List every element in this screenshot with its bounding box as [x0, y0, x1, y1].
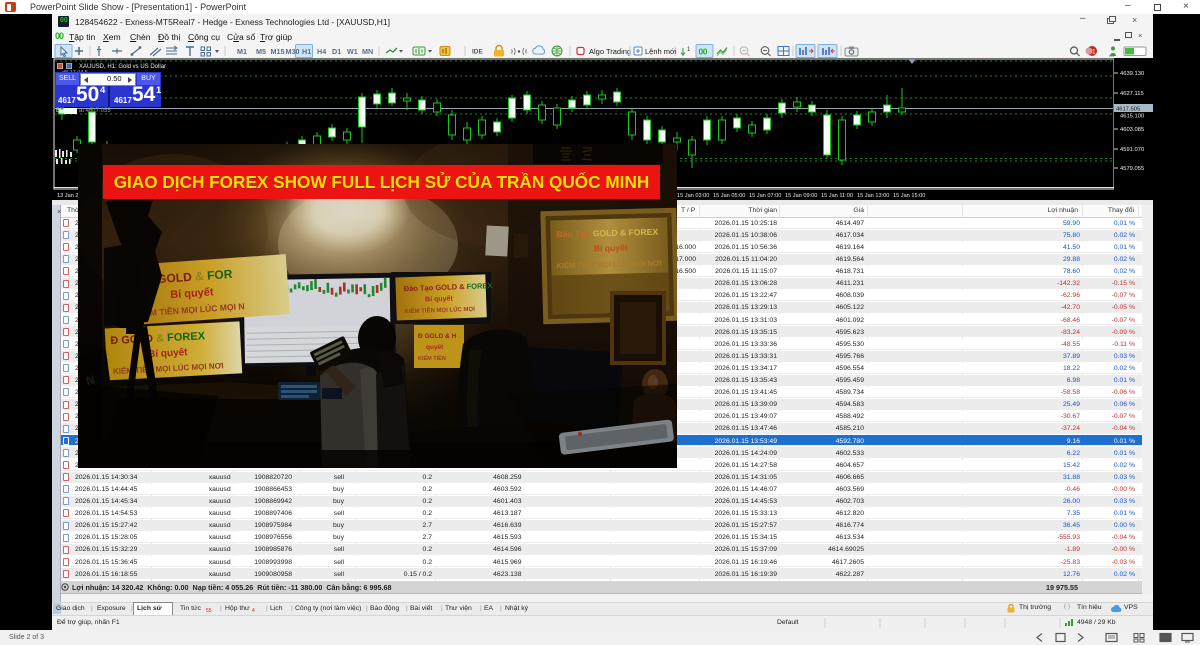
svg-text:M1: M1: [237, 47, 247, 56]
svg-text:1: 1: [687, 47, 691, 53]
svg-text:M15: M15: [271, 47, 285, 56]
svg-text:4591.070: 4591.070: [1120, 147, 1144, 153]
svg-text:Lệnh mới: Lệnh mới: [645, 47, 677, 56]
svg-text:4579.055: 4579.055: [1120, 166, 1144, 172]
svg-text:4615.100: 4615.100: [1120, 114, 1144, 120]
svg-text:IDE: IDE: [472, 49, 484, 56]
svg-text:H4: H4: [317, 47, 326, 56]
svg-text:MN: MN: [362, 47, 373, 56]
svg-text:15 Jan 11:00: 15 Jan 11:00: [821, 193, 853, 199]
svg-text:4617.505: 4617.505: [1116, 107, 1140, 113]
svg-text:Algo Trading: Algo Trading: [589, 47, 631, 56]
svg-text:M5: M5: [256, 47, 266, 56]
svg-text:15 Jan 09:00: 15 Jan 09:00: [785, 193, 817, 199]
svg-text:15 Jan 15:00: 15 Jan 15:00: [893, 193, 925, 199]
svg-text:H1: H1: [302, 47, 311, 56]
svg-text:4639.130: 4639.130: [1120, 71, 1144, 77]
svg-text:15 Jan 07:00: 15 Jan 07:00: [749, 193, 781, 199]
svg-text:1: 1: [1092, 49, 1096, 56]
svg-text:D1: D1: [332, 47, 341, 56]
svg-text:15 Jan 05:00: 15 Jan 05:00: [713, 193, 745, 199]
svg-text:00: 00: [699, 47, 708, 57]
svg-text:4603.085: 4603.085: [1120, 127, 1144, 133]
svg-text:15 Jan 03:00: 15 Jan 03:00: [677, 193, 709, 199]
svg-text:4627.115: 4627.115: [1120, 91, 1144, 97]
svg-text:15 Jan 13:00: 15 Jan 13:00: [857, 193, 889, 199]
svg-text:M30: M30: [286, 47, 300, 56]
svg-text:W1: W1: [347, 47, 358, 56]
